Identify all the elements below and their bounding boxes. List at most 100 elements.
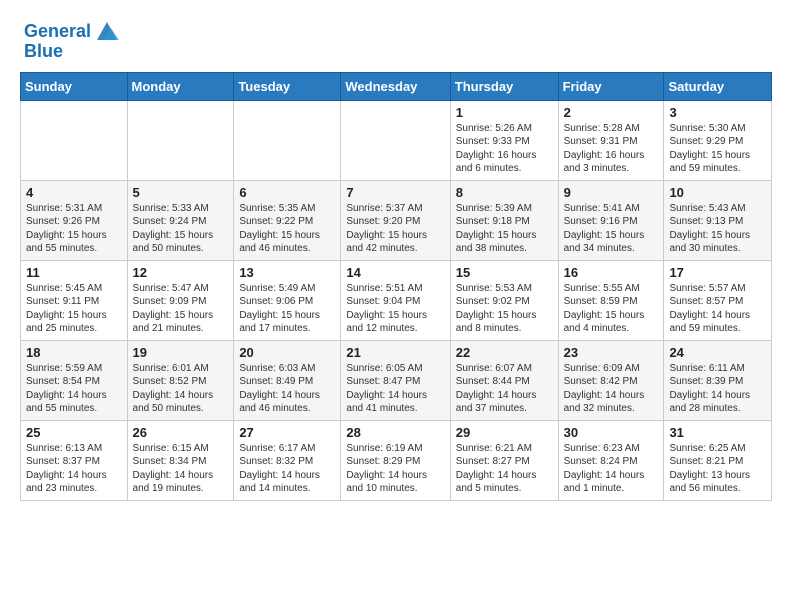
day-number: 7: [346, 185, 444, 200]
day-number: 26: [133, 425, 229, 440]
calendar-cell: 30 Sunrise: 6:23 AM Sunset: 8:24 PM Dayli…: [558, 420, 664, 500]
day-of-week-header: Friday: [558, 72, 664, 100]
day-info: Sunrise: 5:59 AM Sunset: 8:54 PM Dayligh…: [26, 362, 122, 416]
calendar-cell: 12 Sunrise: 5:47 AM Sunset: 9:09 PM Dayli…: [127, 260, 234, 340]
calendar-cell: 19 Sunrise: 6:01 AM Sunset: 8:52 PM Dayli…: [127, 340, 234, 420]
day-number: 22: [456, 345, 553, 360]
day-number: 1: [456, 105, 553, 120]
day-number: 18: [26, 345, 122, 360]
calendar-cell: [21, 100, 128, 180]
day-info: Sunrise: 5:33 AM Sunset: 9:24 PM Dayligh…: [133, 202, 229, 256]
logo: General Blue: [24, 18, 121, 62]
calendar-week-row: 1 Sunrise: 5:26 AM Sunset: 9:33 PM Daylig…: [21, 100, 772, 180]
day-number: 30: [564, 425, 659, 440]
day-number: 21: [346, 345, 444, 360]
day-number: 31: [669, 425, 766, 440]
day-info: Sunrise: 5:51 AM Sunset: 9:04 PM Dayligh…: [346, 282, 444, 336]
day-info: Sunrise: 6:03 AM Sunset: 8:49 PM Dayligh…: [239, 362, 335, 416]
day-info: Sunrise: 5:55 AM Sunset: 8:59 PM Dayligh…: [564, 282, 659, 336]
day-info: Sunrise: 6:17 AM Sunset: 8:32 PM Dayligh…: [239, 442, 335, 496]
day-info: Sunrise: 6:11 AM Sunset: 8:39 PM Dayligh…: [669, 362, 766, 416]
calendar-cell: 9Sunrise: 5:41 AM Sunset: 9:16 PM Daylig…: [558, 180, 664, 260]
logo-icon: [93, 18, 121, 46]
calendar-cell: 1 Sunrise: 5:26 AM Sunset: 9:33 PM Daylig…: [450, 100, 558, 180]
calendar-cell: 7 Sunrise: 5:37 AM Sunset: 9:20 PM Daylig…: [341, 180, 450, 260]
calendar-cell: 22 Sunrise: 6:07 AM Sunset: 8:44 PM Dayli…: [450, 340, 558, 420]
calendar-cell: 2 Sunrise: 5:28 AM Sunset: 9:31 PM Daylig…: [558, 100, 664, 180]
day-info: Sunrise: 5:53 AM Sunset: 9:02 PM Dayligh…: [456, 282, 553, 336]
header: General Blue: [0, 0, 792, 72]
day-info: Sunrise: 6:21 AM Sunset: 8:27 PM Dayligh…: [456, 442, 553, 496]
calendar-cell: 10 Sunrise: 5:43 AM Sunset: 9:13 PM Dayli…: [664, 180, 772, 260]
day-number: 10: [669, 185, 766, 200]
day-of-week-header: Tuesday: [234, 72, 341, 100]
calendar-cell: 18 Sunrise: 5:59 AM Sunset: 8:54 PM Dayli…: [21, 340, 128, 420]
calendar-cell: 6 Sunrise: 5:35 AM Sunset: 9:22 PM Daylig…: [234, 180, 341, 260]
calendar-table: SundayMondayTuesdayWednesdayThursdayFrid…: [20, 72, 772, 501]
calendar-week-row: 18 Sunrise: 5:59 AM Sunset: 8:54 PM Dayli…: [21, 340, 772, 420]
day-number: 14: [346, 265, 444, 280]
day-number: 19: [133, 345, 229, 360]
calendar-cell: [127, 100, 234, 180]
calendar-cell: 14 Sunrise: 5:51 AM Sunset: 9:04 PM Dayli…: [341, 260, 450, 340]
day-number: 16: [564, 265, 659, 280]
day-info: Sunrise: 6:09 AM Sunset: 8:42 PM Dayligh…: [564, 362, 659, 416]
day-number: 2: [564, 105, 659, 120]
day-info: Sunrise: 6:07 AM Sunset: 8:44 PM Dayligh…: [456, 362, 553, 416]
day-info: Sunrise: 5:28 AM Sunset: 9:31 PM Dayligh…: [564, 122, 659, 176]
calendar-cell: 28Sunrise: 6:19 AM Sunset: 8:29 PM Dayli…: [341, 420, 450, 500]
calendar-cell: 23 Sunrise: 6:09 AM Sunset: 8:42 PM Dayli…: [558, 340, 664, 420]
calendar-cell: 13 Sunrise: 5:49 AM Sunset: 9:06 PM Dayli…: [234, 260, 341, 340]
day-number: 6: [239, 185, 335, 200]
day-of-week-header: Sunday: [21, 72, 128, 100]
day-info: Sunrise: 5:47 AM Sunset: 9:09 PM Dayligh…: [133, 282, 229, 336]
calendar-cell: 17 Sunrise: 5:57 AM Sunset: 8:57 PM Dayli…: [664, 260, 772, 340]
day-number: 17: [669, 265, 766, 280]
calendar-week-row: 25 Sunrise: 6:13 AM Sunset: 8:37 PM Dayli…: [21, 420, 772, 500]
calendar-cell: [234, 100, 341, 180]
day-info: Sunrise: 5:49 AM Sunset: 9:06 PM Dayligh…: [239, 282, 335, 336]
day-info: Sunrise: 5:39 AM Sunset: 9:18 PM Dayligh…: [456, 202, 553, 256]
day-info: Sunrise: 5:37 AM Sunset: 9:20 PM Dayligh…: [346, 202, 444, 256]
day-info: Sunrise: 5:35 AM Sunset: 9:22 PM Dayligh…: [239, 202, 335, 256]
calendar-cell: 26 Sunrise: 6:15 AM Sunset: 8:34 PM Dayli…: [127, 420, 234, 500]
calendar-cell: 4Sunrise: 5:31 AM Sunset: 9:26 PM Daylig…: [21, 180, 128, 260]
day-info: Sunrise: 5:43 AM Sunset: 9:13 PM Dayligh…: [669, 202, 766, 256]
day-of-week-header: Wednesday: [341, 72, 450, 100]
calendar-cell: 21 Sunrise: 6:05 AM Sunset: 8:47 PM Dayli…: [341, 340, 450, 420]
day-number: 29: [456, 425, 553, 440]
day-number: 5: [133, 185, 229, 200]
calendar-cell: [341, 100, 450, 180]
day-info: Sunrise: 6:13 AM Sunset: 8:37 PM Dayligh…: [26, 442, 122, 496]
calendar-cell: 20 Sunrise: 6:03 AM Sunset: 8:49 PM Dayli…: [234, 340, 341, 420]
day-info: Sunrise: 6:23 AM Sunset: 8:24 PM Dayligh…: [564, 442, 659, 496]
day-number: 23: [564, 345, 659, 360]
calendar-cell: 27 Sunrise: 6:17 AM Sunset: 8:32 PM Dayli…: [234, 420, 341, 500]
day-number: 4: [26, 185, 122, 200]
calendar-week-row: 11Sunrise: 5:45 AM Sunset: 9:11 PM Dayli…: [21, 260, 772, 340]
logo-text: General: [24, 22, 91, 42]
day-info: Sunrise: 5:57 AM Sunset: 8:57 PM Dayligh…: [669, 282, 766, 336]
day-number: 27: [239, 425, 335, 440]
calendar-week-row: 4Sunrise: 5:31 AM Sunset: 9:26 PM Daylig…: [21, 180, 772, 260]
day-number: 28: [346, 425, 444, 440]
calendar-cell: 5 Sunrise: 5:33 AM Sunset: 9:24 PM Daylig…: [127, 180, 234, 260]
day-info: Sunrise: 5:30 AM Sunset: 9:29 PM Dayligh…: [669, 122, 766, 176]
day-number: 24: [669, 345, 766, 360]
day-info: Sunrise: 5:26 AM Sunset: 9:33 PM Dayligh…: [456, 122, 553, 176]
day-info: Sunrise: 6:05 AM Sunset: 8:47 PM Dayligh…: [346, 362, 444, 416]
day-info: Sunrise: 6:01 AM Sunset: 8:52 PM Dayligh…: [133, 362, 229, 416]
day-info: Sunrise: 5:45 AM Sunset: 9:11 PM Dayligh…: [26, 282, 122, 336]
day-number: 8: [456, 185, 553, 200]
day-number: 15: [456, 265, 553, 280]
day-number: 9: [564, 185, 659, 200]
calendar-cell: 31Sunrise: 6:25 AM Sunset: 8:21 PM Dayli…: [664, 420, 772, 500]
day-number: 20: [239, 345, 335, 360]
day-number: 13: [239, 265, 335, 280]
calendar-header-row: SundayMondayTuesdayWednesdayThursdayFrid…: [21, 72, 772, 100]
day-number: 25: [26, 425, 122, 440]
day-number: 12: [133, 265, 229, 280]
day-info: Sunrise: 6:15 AM Sunset: 8:34 PM Dayligh…: [133, 442, 229, 496]
day-of-week-header: Thursday: [450, 72, 558, 100]
day-of-week-header: Saturday: [664, 72, 772, 100]
